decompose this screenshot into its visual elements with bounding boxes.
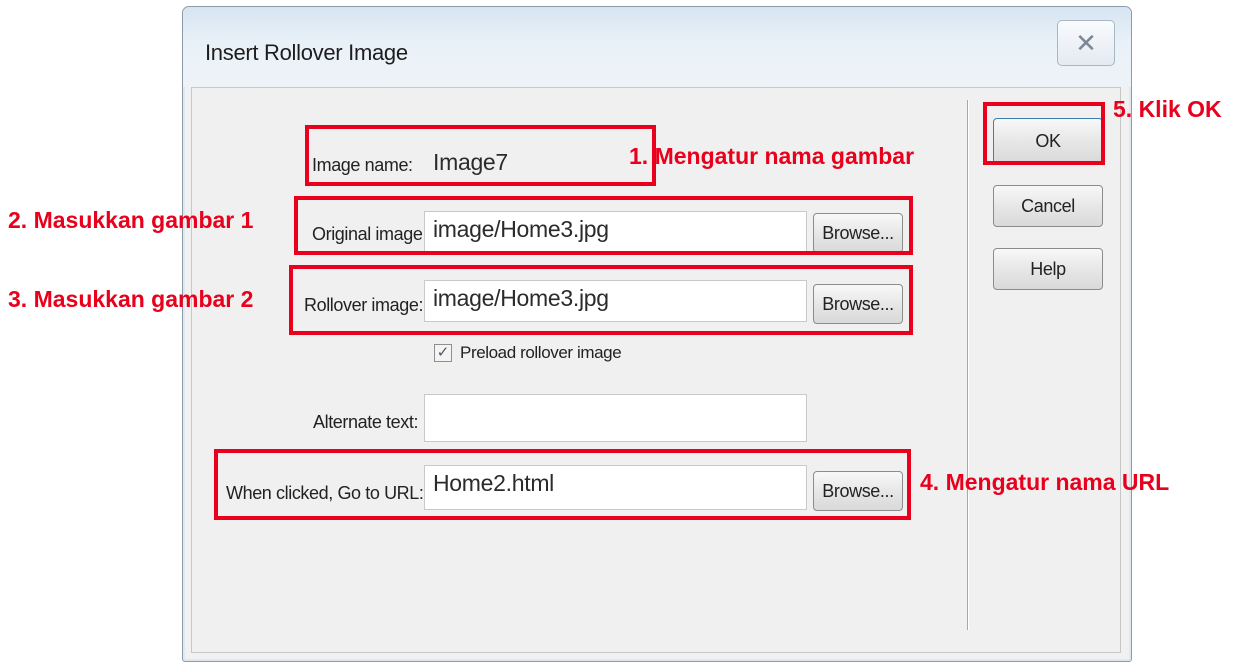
dialog-title: Insert Rollover Image [205, 40, 408, 65]
annotation-step2: 2. Masukkan gambar 1 [8, 207, 254, 233]
close-icon: ✕ [1075, 27, 1097, 58]
annotation-step5: 5. Klik OK [1113, 96, 1222, 122]
vertical-divider [967, 100, 968, 630]
annotation-box-ok [983, 102, 1105, 165]
annotation-step4: 4. Mengatur nama URL [920, 469, 1170, 495]
annotation-step1: 1. Mengatur nama gambar [629, 143, 915, 169]
title-bar: Insert Rollover Image ✕ [183, 7, 1131, 87]
annotation-box-image-name [305, 125, 656, 186]
annotation-box-original-image [294, 196, 913, 255]
annotation-box-rollover-image [289, 265, 913, 335]
alternate-text-label: Alternate text: [313, 412, 419, 432]
alternate-text-input[interactable] [424, 394, 807, 442]
checkmark-icon: ✓ [436, 344, 450, 361]
cancel-button[interactable]: Cancel [993, 185, 1103, 227]
help-button[interactable]: Help [993, 248, 1103, 290]
preload-label: Preload rollover image [460, 343, 622, 362]
annotation-step3: 3. Masukkan gambar 2 [8, 286, 254, 312]
preload-checkbox[interactable]: ✓ [434, 344, 452, 362]
annotation-box-url [214, 449, 911, 520]
close-button[interactable]: ✕ [1057, 20, 1115, 66]
